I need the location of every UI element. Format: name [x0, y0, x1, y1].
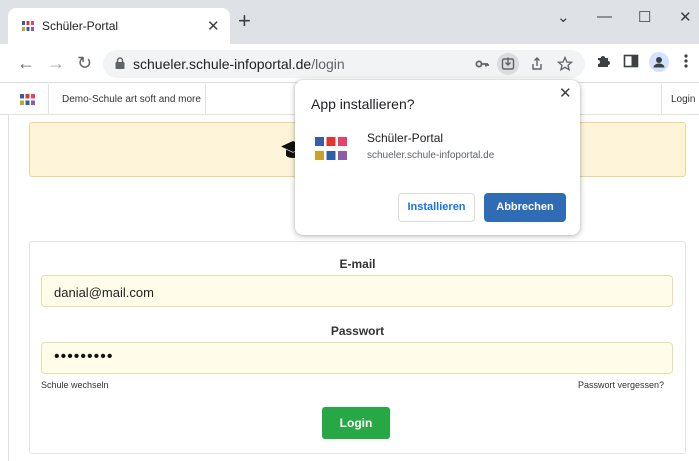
- nav-divider: [205, 84, 206, 115]
- address-bar[interactable]: schueler.schule-infoportal.de/login: [103, 50, 585, 78]
- password-label: Passwort: [330, 324, 385, 338]
- change-school-link[interactable]: Schule wechseln: [41, 380, 109, 390]
- reload-icon[interactable]: ↻: [77, 53, 92, 74]
- install-app-dialog: App installieren? ✕ Schüler-Portal schue…: [295, 80, 580, 235]
- password-value: •••••••••: [54, 348, 114, 365]
- login-button[interactable]: Login: [322, 407, 390, 439]
- url-text[interactable]: schueler.schule-infoportal.de/login: [133, 56, 345, 72]
- cancel-button[interactable]: Abbrechen: [484, 193, 566, 222]
- profile-icon[interactable]: [649, 52, 669, 72]
- portal-favicon-icon: [22, 21, 34, 31]
- school-logo-icon[interactable]: [20, 94, 35, 105]
- minimize-icon[interactable]: —: [597, 8, 612, 25]
- tab-close-icon[interactable]: ✕: [207, 17, 220, 35]
- app-icon: [315, 137, 347, 160]
- side-panel-icon[interactable]: [623, 53, 639, 69]
- email-value: danial@mail.com: [54, 285, 154, 300]
- forgot-password-link[interactable]: Passwort vergessen?: [578, 380, 664, 390]
- back-icon[interactable]: ←: [17, 53, 35, 74]
- nav-divider: [48, 84, 49, 115]
- email-label: E-mail: [339, 257, 376, 271]
- tab-title: Schüler-Portal: [42, 19, 119, 33]
- page-border: [8, 115, 9, 461]
- extensions-icon[interactable]: [595, 53, 611, 69]
- share-icon[interactable]: [526, 53, 548, 75]
- key-icon[interactable]: [471, 53, 493, 75]
- install-button[interactable]: Installieren: [398, 193, 475, 222]
- browser-tab-strip: Schüler-Portal ✕ + ⌄ — ☐ ✕: [0, 0, 699, 44]
- new-tab-icon[interactable]: +: [238, 10, 251, 32]
- forward-icon[interactable]: →: [47, 53, 65, 74]
- maximize-icon[interactable]: ☐: [638, 8, 651, 26]
- install-app-button[interactable]: [497, 53, 519, 75]
- school-name-link[interactable]: Demo-Schule art soft and more: [62, 94, 201, 105]
- star-icon[interactable]: [554, 53, 576, 75]
- dialog-close-icon[interactable]: ✕: [559, 84, 572, 102]
- app-name: Schüler-Portal: [367, 131, 444, 145]
- install-app-icon: [501, 57, 515, 70]
- browser-toolbar: ← → ↻ schueler.schule-infoportal.de/logi…: [0, 44, 699, 83]
- dialog-title: App installieren?: [311, 96, 415, 112]
- lock-icon[interactable]: [115, 57, 125, 69]
- login-card: E-mail danial@mail.com Passwort ••••••••…: [29, 241, 686, 454]
- password-field[interactable]: •••••••••: [41, 342, 673, 374]
- nav-login-link[interactable]: Login: [671, 94, 695, 105]
- nav-divider: [661, 84, 662, 115]
- email-field[interactable]: danial@mail.com: [41, 275, 673, 307]
- window-close-icon[interactable]: ✕: [679, 8, 692, 26]
- app-url: schueler.schule-infoportal.de: [367, 150, 495, 161]
- menu-icon[interactable]: [683, 53, 689, 69]
- tab-search-chevron-icon[interactable]: ⌄: [557, 8, 570, 26]
- browser-tab[interactable]: Schüler-Portal ✕: [8, 8, 230, 44]
